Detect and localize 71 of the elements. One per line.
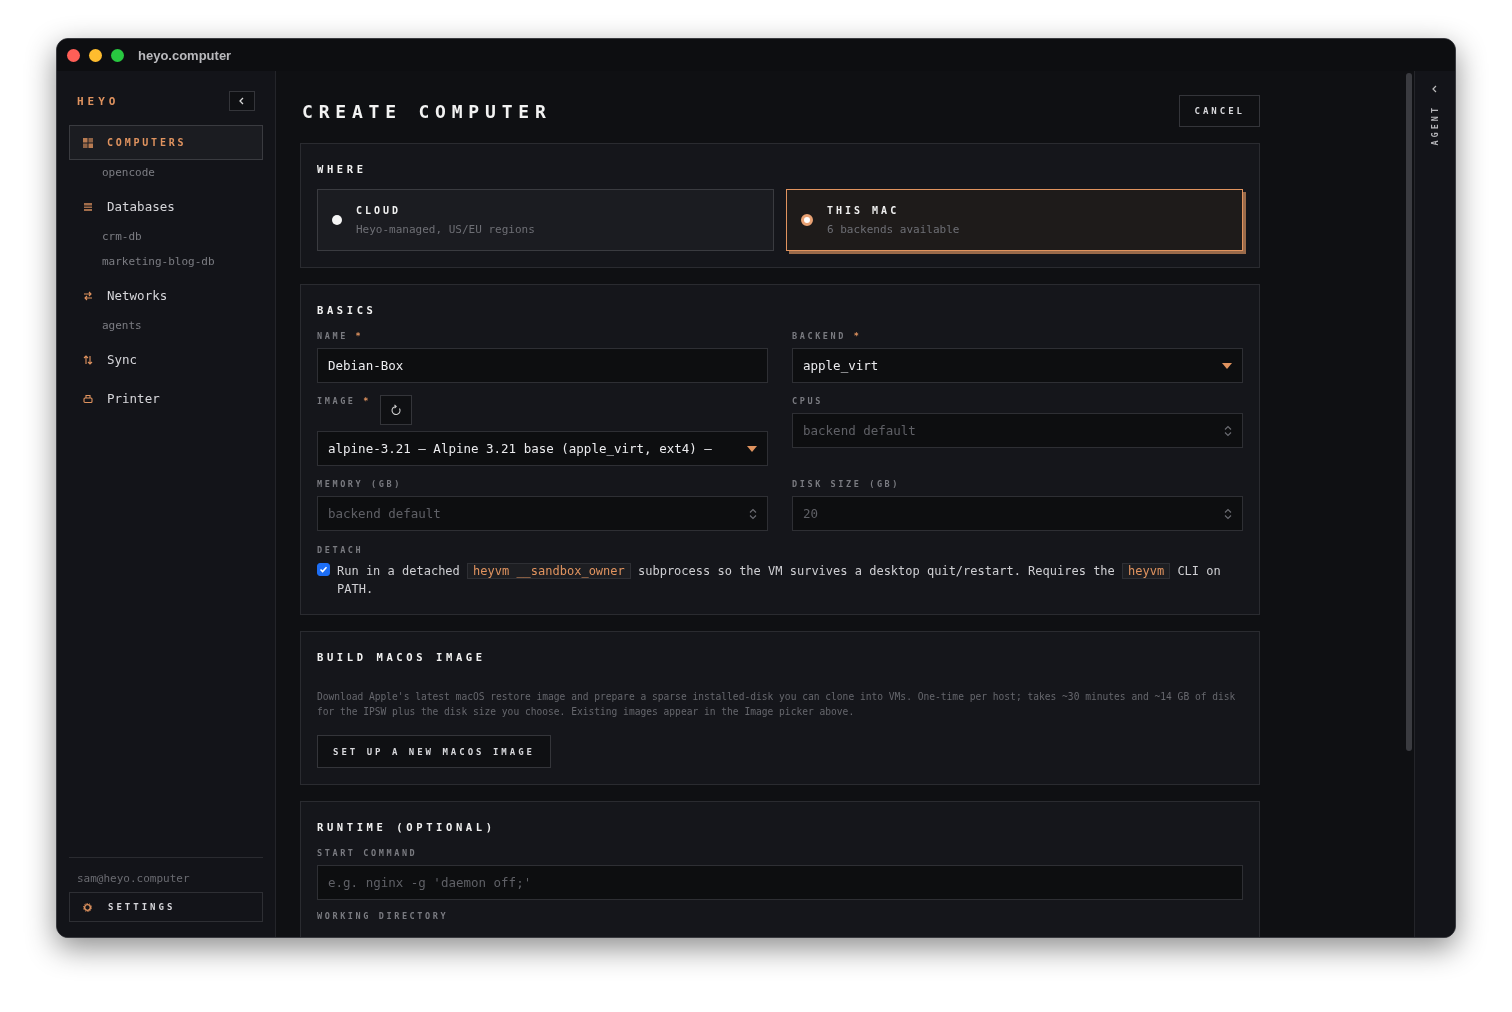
chevron-left-icon bbox=[238, 97, 246, 105]
option-title: THIS MAC bbox=[827, 204, 901, 216]
user-email: sam@heyo.computer bbox=[76, 872, 191, 885]
field-label: DISK SIZE (GB) bbox=[792, 479, 901, 489]
section-title: BUILD MACOS IMAGE bbox=[317, 651, 487, 663]
agent-tab[interactable]: AGENT bbox=[1430, 105, 1440, 146]
refresh-icon bbox=[390, 404, 403, 416]
collapse-button[interactable] bbox=[229, 91, 255, 111]
database-icon bbox=[83, 201, 93, 212]
caret-icon bbox=[1222, 362, 1232, 369]
grid-icon bbox=[83, 137, 93, 148]
field-label: WORKING DIRECTORY bbox=[317, 911, 449, 921]
radio-button[interactable] bbox=[801, 214, 813, 226]
chevron-left-icon bbox=[1431, 85, 1439, 93]
option-description: 6 backends available bbox=[827, 222, 960, 236]
caret-icon bbox=[747, 445, 757, 452]
checkbox[interactable] bbox=[317, 563, 330, 576]
nav-item[interactable]: Sync bbox=[69, 342, 263, 377]
nav-item[interactable]: Databases bbox=[69, 189, 263, 224]
logo: HEYO bbox=[77, 94, 120, 108]
option-description: Heyo-managed, US/EU regions bbox=[356, 222, 535, 236]
nav-label: Databases bbox=[107, 199, 175, 214]
field-label: DETACH bbox=[317, 545, 365, 555]
nav-item[interactable]: Printer bbox=[69, 381, 263, 416]
setup-button[interactable]: SET UP A NEW MACOS IMAGE bbox=[317, 735, 552, 768]
dropdown[interactable]: apple_virt bbox=[792, 348, 1243, 383]
input-field[interactable]: Debian-Box bbox=[317, 348, 768, 383]
radio-button[interactable] bbox=[332, 215, 342, 225]
field-label: START COMMAND bbox=[317, 848, 418, 858]
settings-button[interactable]: SETTINGS bbox=[69, 892, 263, 922]
field-label: MEMORY (GB) bbox=[317, 479, 402, 489]
section-title: WHERE bbox=[317, 163, 368, 175]
nav-subitem[interactable]: opencode bbox=[69, 160, 263, 185]
window-title: heyo.computer bbox=[138, 47, 232, 63]
nav-item[interactable]: COMPUTERS bbox=[69, 125, 263, 160]
nav-subitem[interactable]: marketing-blog-db bbox=[69, 249, 263, 274]
printer-icon bbox=[83, 393, 93, 404]
stepper-icon bbox=[1224, 507, 1232, 520]
gear-icon bbox=[83, 902, 92, 912]
minimize-button[interactable] bbox=[89, 48, 102, 62]
nav-item[interactable]: Networks bbox=[69, 278, 263, 313]
nav-label: Networks bbox=[107, 288, 168, 303]
section-title: RUNTIME (OPTIONAL) bbox=[317, 821, 497, 833]
scrollbar[interactable] bbox=[1406, 73, 1412, 751]
sync-icon bbox=[83, 354, 93, 365]
section-title: BASICS bbox=[317, 304, 378, 316]
option-card[interactable]: CLOUD Heyo-managed, US/EU regions bbox=[317, 189, 774, 251]
nav-label: Sync bbox=[107, 352, 138, 367]
nav-label: COMPUTERS bbox=[107, 137, 187, 148]
option-title: CLOUD bbox=[356, 204, 403, 216]
checkmark-icon bbox=[319, 565, 328, 574]
field-label: BACKEND * bbox=[792, 331, 862, 341]
close-button[interactable] bbox=[67, 48, 80, 62]
page-title: CREATE COMPUTER bbox=[301, 100, 552, 122]
nav-subitem[interactable]: agents bbox=[69, 313, 263, 338]
refresh-button[interactable] bbox=[380, 395, 413, 425]
nav-subitem[interactable]: crm-db bbox=[69, 224, 263, 249]
option-card[interactable]: THIS MAC 6 backends available bbox=[786, 189, 1243, 251]
checkbox-description: Run in a detached heyvm __sandbox_owner subprocess so the VM survives a desktop quit/restart. Requires the heyvm CLI on PATH. bbox=[337, 562, 1222, 598]
field-label: NAME * bbox=[317, 331, 364, 341]
nav-label: Printer bbox=[107, 391, 160, 406]
field-label: IMAGE * bbox=[317, 395, 372, 406]
stepper-icon bbox=[749, 507, 757, 520]
cancel-button[interactable]: CANCEL bbox=[1179, 95, 1260, 127]
stepper-icon bbox=[1224, 424, 1232, 437]
section-description: Download Apple's latest macOS restore image and prepare a sparse installed-disk you can clone into VMs. One-time per host; takes ~30 minutes and ~14 GB of disk for the IPSW plus the disk size you choose. Existing images appear in the Image picker above. bbox=[317, 690, 1237, 719]
dropdown[interactable]: alpine-3.21 — Alpine 3.21 base (apple_virt, ext4) — bbox=[317, 431, 768, 466]
arrows-icon bbox=[83, 290, 93, 301]
zoom-button[interactable] bbox=[111, 48, 124, 62]
field-label: CPUS bbox=[792, 396, 823, 406]
expand-button[interactable] bbox=[1431, 85, 1439, 93]
